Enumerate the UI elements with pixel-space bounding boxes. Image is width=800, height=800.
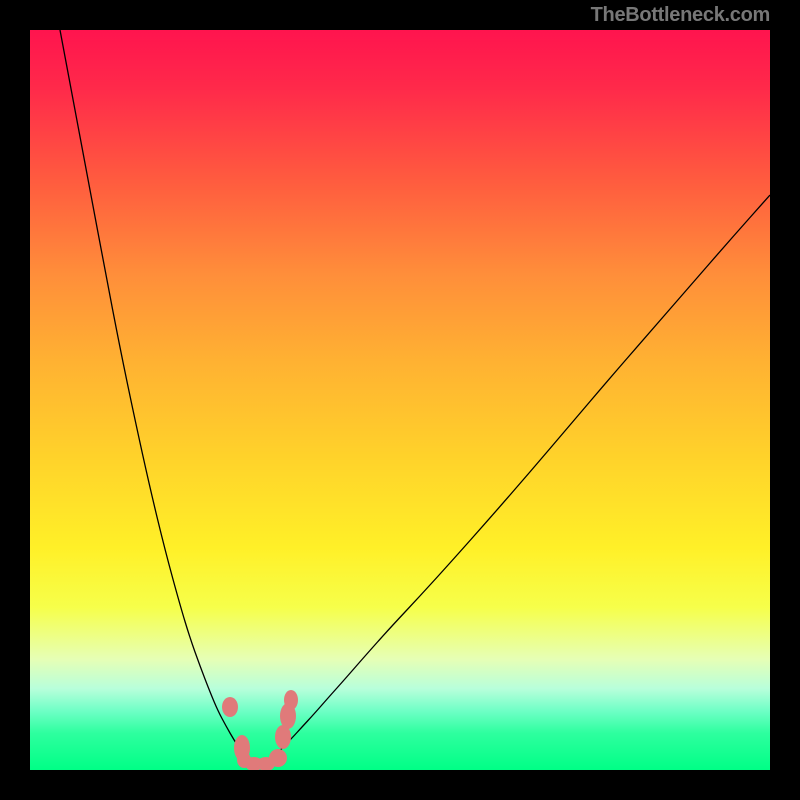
marker-dot [222, 697, 238, 717]
chart-svg [30, 30, 770, 770]
marker-dot [269, 749, 287, 767]
plot-area [30, 30, 770, 770]
marker-dot [284, 690, 298, 710]
curve-right [270, 195, 770, 761]
chart-frame: TheBottleneck.com [0, 0, 800, 800]
markers-group [222, 690, 298, 770]
curve-left [60, 30, 248, 761]
watermark: TheBottleneck.com [591, 4, 770, 27]
